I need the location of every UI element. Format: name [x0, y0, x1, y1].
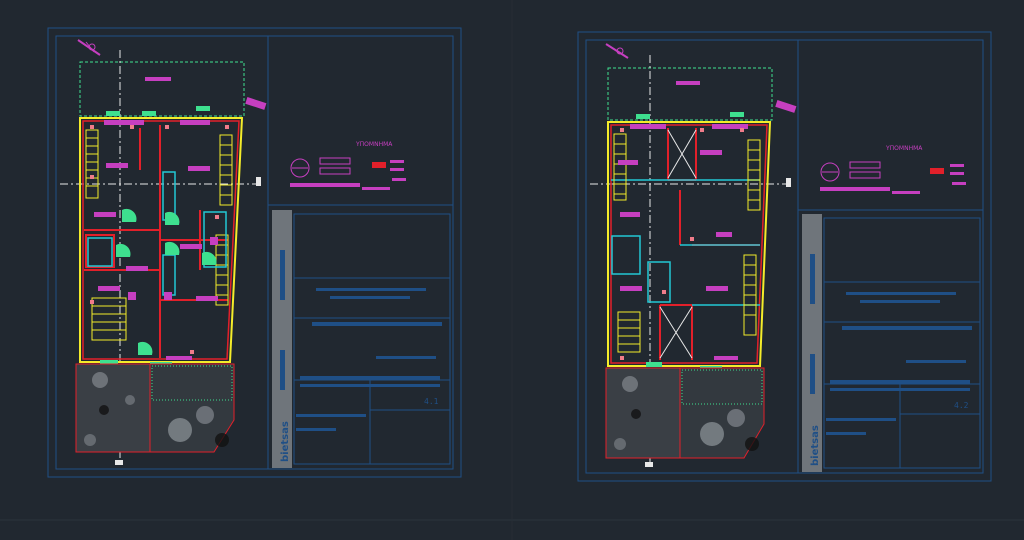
legend-title: ΥΠΟΜΝΗΜΑ — [355, 141, 393, 148]
north-arrow-icon — [605, 43, 629, 59]
title-block: bietsas 4.1 — [272, 210, 451, 468]
interior-walls — [84, 125, 228, 358]
room-tags-top — [100, 106, 210, 367]
site-label — [676, 81, 700, 85]
vertical-brand-text: bietsas — [280, 421, 291, 462]
interior-walls — [659, 128, 760, 360]
room-labels — [618, 124, 748, 360]
site-boundary — [79, 61, 245, 117]
section-marker-icon — [645, 462, 653, 467]
sanitary-fixtures — [87, 171, 227, 296]
legend-block: ΥΠΟΜΝΗΜΑ — [820, 145, 966, 194]
vertical-brand-text: bietsas — [810, 425, 821, 466]
site-boundary — [607, 67, 773, 121]
north-arrow-icon — [77, 39, 101, 56]
drawing-sheet-left[interactable]: ΥΠΟΜΝΗΜΑ bietsas 4.1 — [47, 27, 462, 478]
legend-block: ΥΠΟΜΝΗΜΑ — [290, 141, 406, 190]
sheet-number: 4.2 — [954, 401, 969, 410]
section-marker-icon — [786, 178, 791, 187]
room-tags-top — [636, 112, 744, 371]
sheet-number: 4.1 — [424, 397, 439, 406]
site-tag — [775, 100, 797, 113]
title-block: bietsas 4.2 — [802, 214, 981, 472]
stair-flights — [613, 133, 761, 353]
shaft-cross-icons — [659, 129, 697, 359]
yard-hatch — [605, 367, 765, 459]
legend-title: ΥΠΟΜΝΗΜΑ — [885, 145, 923, 152]
cad-canvas[interactable]: ΥΠΟΜΝΗΜΑ bietsas 4.1 ΥΠΟΜΝΗΜΑ bietsas 4.… — [0, 0, 1024, 540]
site-label — [145, 77, 171, 81]
section-marker-icon — [115, 460, 123, 465]
drawing-sheet-right[interactable]: ΥΠΟΜΝΗΜΑ bietsas 4.2 — [577, 31, 992, 482]
site-tag — [245, 97, 267, 110]
section-marker-icon — [256, 177, 261, 186]
cad-drawing-viewport[interactable]: ΥΠΟΜΝΗΜΑ bietsas 4.1 ΥΠΟΜΝΗΜΑ bietsas 4.… — [0, 0, 1024, 540]
yard-hatch — [75, 363, 235, 453]
